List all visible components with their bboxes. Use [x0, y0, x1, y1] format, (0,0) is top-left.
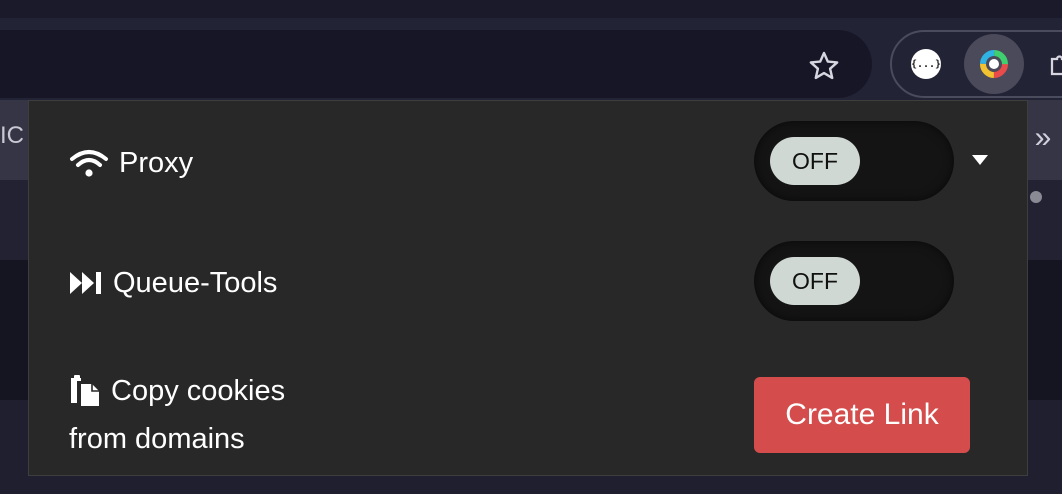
queue-tools-label: Queue-Tools	[113, 266, 278, 299]
proxy-row-label: Proxy	[69, 143, 193, 183]
star-icon	[809, 51, 839, 80]
copy-cookies-label-line1: Copy cookies	[111, 375, 286, 407]
colorful-ring-icon	[980, 50, 1008, 78]
bookmarks-more-button[interactable]: »	[1028, 118, 1058, 158]
extensions-area: {...}	[890, 30, 1062, 98]
json-braces-icon: {...}	[911, 49, 941, 79]
json-viewer-extension-button[interactable]: {...}	[896, 34, 956, 94]
proxy-extension-button[interactable]	[964, 34, 1024, 94]
copy-files-icon	[71, 375, 99, 406]
bookmark-item-partial[interactable]: IC	[0, 122, 24, 150]
queue-tools-row-label: Queue-Tools	[69, 263, 277, 303]
tab-strip	[0, 0, 1062, 18]
screen: {...} IC » Proxy OFF Queue-Tools OFF Cop…	[0, 0, 1062, 494]
proxy-toggle[interactable]: OFF	[754, 121, 954, 201]
wifi-icon	[70, 150, 108, 177]
extension-popup: Proxy OFF Queue-Tools OFF Copy cookies f…	[28, 100, 1028, 476]
address-bar[interactable]	[0, 30, 872, 98]
puzzle-icon	[1050, 55, 1062, 76]
page-indicator-dot	[1030, 191, 1042, 203]
proxy-dropdown-button[interactable]	[965, 145, 995, 175]
caret-down-icon	[972, 155, 988, 165]
extensions-puzzle-button[interactable]	[1032, 34, 1062, 94]
bookmark-star-button[interactable]	[800, 44, 848, 88]
queue-tools-toggle-state: OFF	[770, 257, 860, 305]
copy-cookies-label-line2: from domains	[69, 423, 245, 455]
proxy-toggle-state: OFF	[770, 137, 860, 185]
copy-cookies-label: Copy cookies from domains	[69, 367, 389, 463]
proxy-label: Proxy	[119, 146, 194, 179]
fast-forward-icon	[70, 272, 101, 294]
create-link-button[interactable]: Create Link	[754, 377, 970, 453]
queue-tools-toggle[interactable]: OFF	[754, 241, 954, 321]
